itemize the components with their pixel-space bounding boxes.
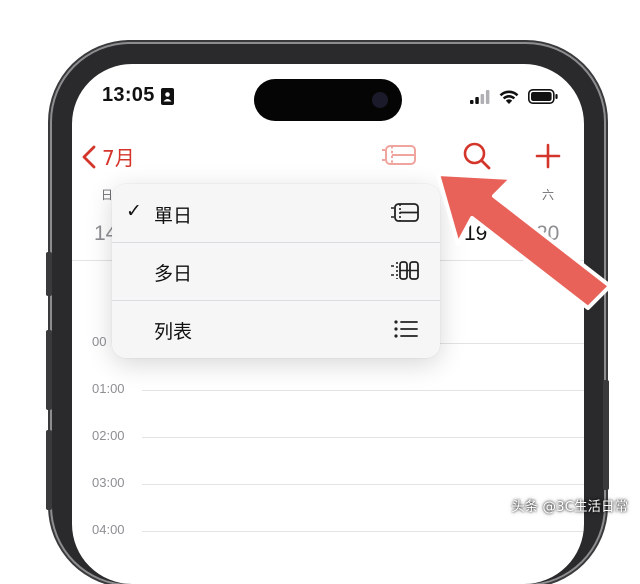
menu-item-single-day[interactable]: ✓ 單日	[112, 184, 440, 242]
hour-label: 00	[92, 334, 107, 349]
hour-line	[142, 390, 584, 391]
hour-row: 04:00	[72, 522, 584, 546]
chevron-left-icon	[82, 145, 96, 168]
front-camera	[372, 92, 388, 108]
dynamic-island	[254, 79, 402, 121]
battery-icon	[528, 89, 558, 104]
search-icon[interactable]	[461, 140, 493, 172]
signal-icon	[470, 90, 490, 104]
list-icon	[394, 320, 418, 338]
hour-label: 04:00	[92, 522, 125, 537]
hour-label: 02:00	[92, 428, 125, 443]
wifi-icon	[499, 90, 519, 104]
hour-row: 03:00	[72, 475, 584, 499]
plus-icon[interactable]	[534, 142, 562, 170]
watermark: 头条 @3C生活日常	[511, 499, 628, 515]
menu-item-multi-day[interactable]: 多日	[112, 242, 440, 300]
hour-row: 02:00	[72, 428, 584, 452]
action-button	[46, 252, 52, 296]
day-number-last[interactable]: 20	[536, 222, 559, 246]
menu-item-label: 單日	[154, 205, 193, 227]
volume-down-button	[46, 430, 52, 510]
view-mode-menu: ✓ 單日 多日 列表	[112, 184, 440, 358]
hour-label: 03:00	[92, 475, 125, 490]
power-button	[603, 380, 609, 490]
day-view-icon[interactable]	[381, 142, 419, 168]
hour-line	[142, 484, 584, 485]
single-day-icon	[391, 203, 419, 222]
menu-item-label: 列表	[154, 321, 193, 343]
back-button[interactable]: 7月	[82, 142, 135, 171]
back-label: 7月	[102, 146, 135, 170]
menu-item-list[interactable]: 列表	[112, 300, 440, 358]
multi-day-icon	[391, 261, 419, 280]
volume-up-button	[46, 330, 52, 410]
hour-label: 01:00	[92, 381, 125, 396]
day-number-selected[interactable]: 19	[464, 222, 487, 246]
hour-row: 01:00	[72, 381, 584, 405]
hour-line	[142, 531, 584, 532]
contact-card-icon	[161, 88, 174, 105]
checkmark-icon: ✓	[126, 200, 142, 222]
weekday-saturday: 六	[542, 188, 555, 202]
phone-screen: 13:05 7月 日 六 14 19 20 00 01:00 02:00 03:…	[72, 64, 584, 584]
status-time: 13:05	[102, 84, 155, 106]
menu-item-label: 多日	[154, 263, 193, 285]
hour-line	[142, 437, 584, 438]
